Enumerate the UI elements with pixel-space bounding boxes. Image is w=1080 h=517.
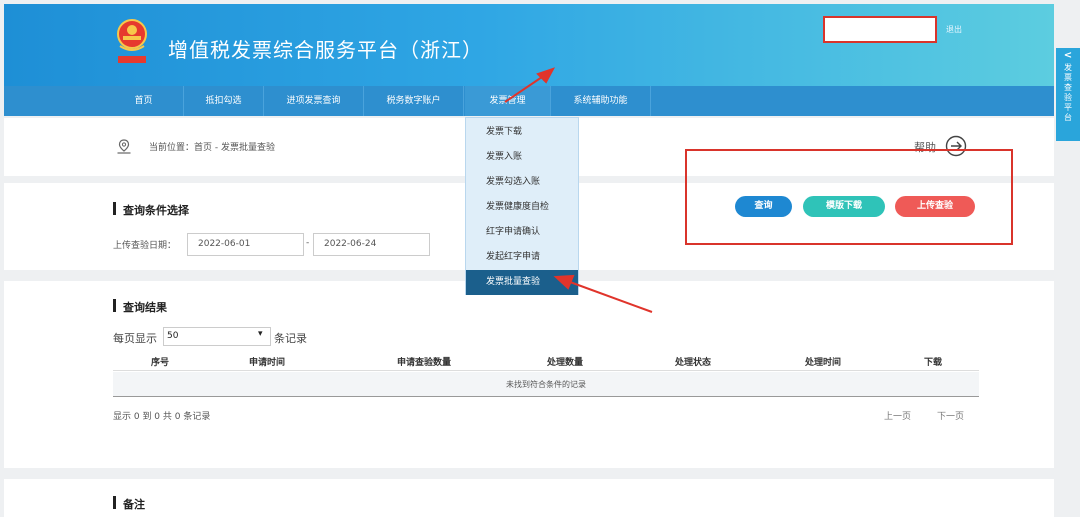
chevron-left-icon: < — [1063, 50, 1073, 61]
column-header-process-time: 处理时间 — [804, 358, 841, 368]
menu-item-invoice-download[interactable]: 发票下载 — [466, 120, 578, 145]
per-page-select[interactable]: 50 — [163, 327, 271, 346]
invoice-verify-platform-tab[interactable]: < 发票查验平台 — [1056, 48, 1080, 141]
nav-item-input-invoice-query[interactable]: 进项发票查询 — [264, 86, 364, 116]
logout-link[interactable]: 退出 — [946, 24, 962, 35]
breadcrumb: 当前位置：首页 - 发票批量查验 — [149, 143, 275, 153]
table-empty-row: 未找到符合条件的记录 — [113, 372, 979, 397]
menu-item-invoice-select-booking[interactable]: 发票勾选入账 — [466, 170, 578, 195]
column-header-processed-count: 处理数量 — [546, 358, 583, 368]
menu-item-red-letter-confirm[interactable]: 红字申请确认 — [466, 220, 578, 245]
nav-item-home[interactable]: 首页 — [104, 86, 184, 116]
page-title: 增值税发票综合服务平台（浙江） — [168, 38, 483, 62]
results-section-title: 查询结果 — [113, 299, 167, 315]
start-date-input[interactable]: 2022-06-01 — [187, 233, 304, 256]
per-page-label: 每页显示 — [113, 332, 157, 345]
date-range-separator: - — [306, 238, 310, 248]
main-nav: 首页 抵扣勾选 进项发票查询 税务数字账户 发票管理 系统辅助功能 — [4, 86, 1054, 116]
invoice-management-dropdown: 发票下载 发票入账 发票勾选入账 发票健康度自检 红字申请确认 发起红字申请 发… — [465, 117, 579, 295]
tax-emblem-icon — [117, 19, 147, 63]
prev-page-link[interactable]: 上一页 — [884, 409, 911, 422]
nav-item-deduction[interactable]: 抵扣勾选 — [184, 86, 264, 116]
menu-item-invoice-health-check[interactable]: 发票健康度自检 — [466, 195, 578, 220]
column-header-apply-count: 申请查验数量 — [396, 358, 451, 368]
notes-panel — [4, 479, 1054, 517]
nav-item-invoice-management[interactable]: 发票管理 — [465, 86, 551, 116]
nav-item-tax-digital-account[interactable]: 税务数字账户 — [364, 86, 464, 116]
chevron-down-icon[interactable]: ▾ — [258, 329, 263, 339]
pagination-summary: 显示 0 到 0 共 0 条记录 — [113, 412, 211, 422]
username-redacted-box[interactable] — [823, 16, 937, 43]
query-section-title: 查询条件选择 — [113, 202, 189, 218]
end-date-input[interactable]: 2022-06-24 — [313, 233, 430, 256]
column-header-download: 下载 — [923, 358, 942, 368]
menu-item-red-letter-apply[interactable]: 发起红字申请 — [466, 245, 578, 270]
table-header-divider — [113, 370, 979, 371]
column-header-index: 序号 — [150, 358, 169, 368]
float-tab-label: 发票查验平台 — [1064, 63, 1072, 122]
column-header-status: 处理状态 — [674, 358, 711, 368]
next-page-link[interactable]: 下一页 — [937, 409, 964, 422]
buttons-highlight-box — [685, 149, 1013, 245]
column-header-apply-time: 申请时间 — [248, 358, 285, 368]
menu-item-batch-verify[interactable]: 发票批量查验 — [466, 270, 578, 295]
location-icon — [117, 139, 131, 154]
records-word: 条记录 — [274, 332, 307, 345]
menu-item-invoice-booking[interactable]: 发票入账 — [466, 145, 578, 170]
nav-item-system-tools[interactable]: 系统辅助功能 — [551, 86, 651, 116]
upload-date-label: 上传查验日期： — [113, 241, 177, 251]
notes-section-title: 备注 — [113, 496, 145, 512]
